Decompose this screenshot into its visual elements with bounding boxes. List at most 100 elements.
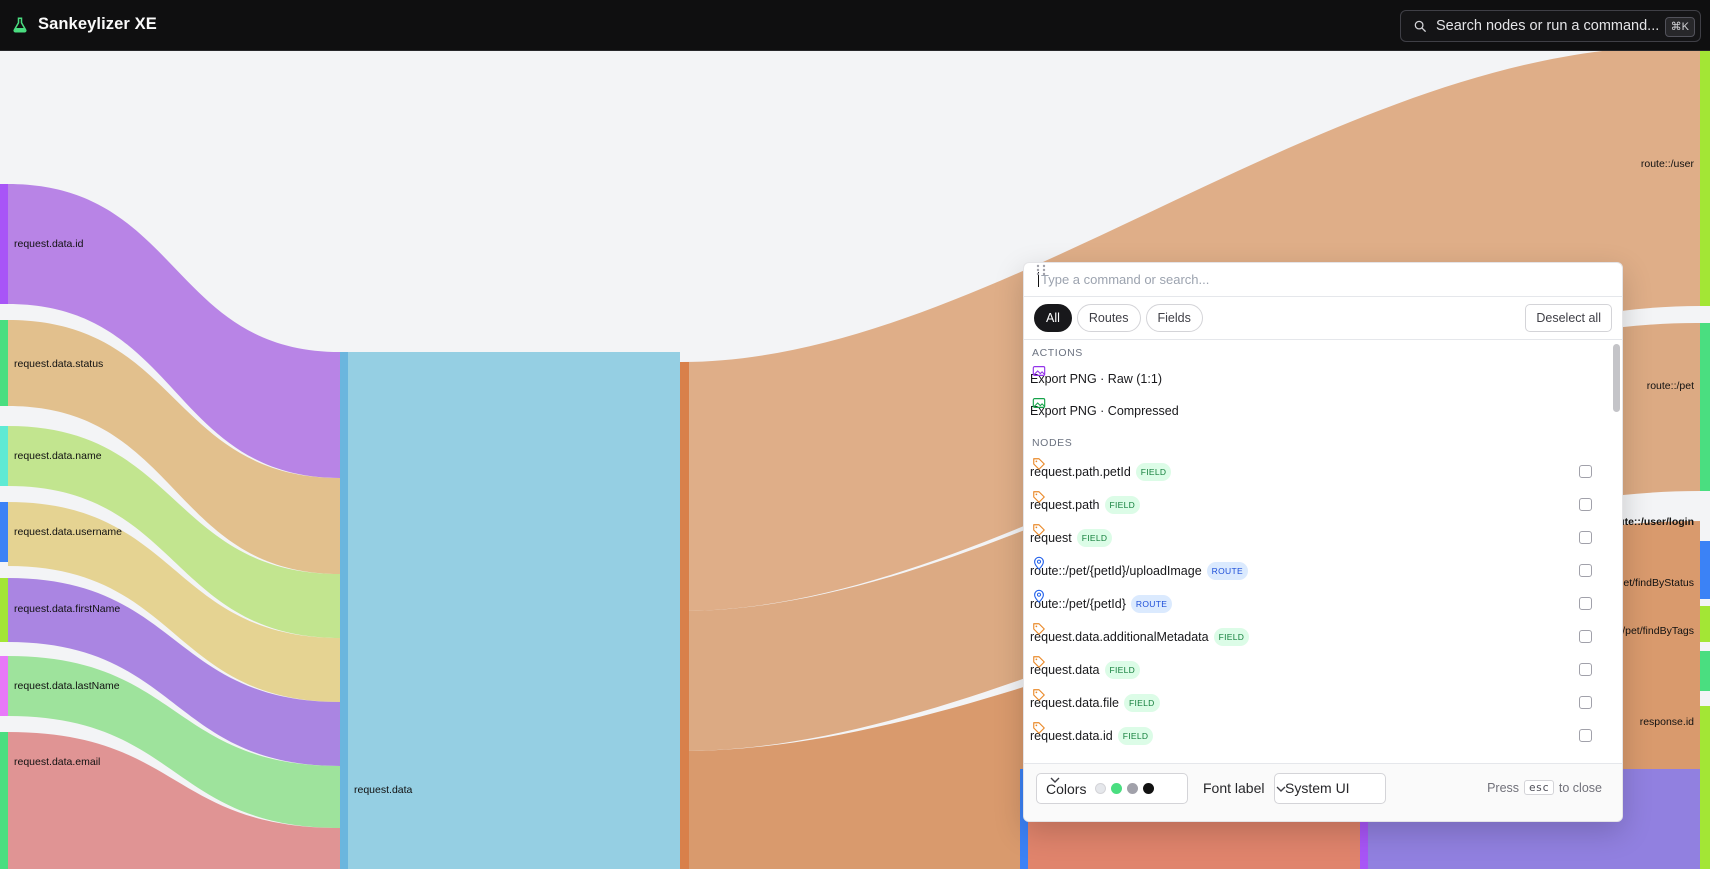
esc-key: esc [1524, 780, 1554, 795]
filter-all[interactable]: All [1034, 304, 1072, 332]
tag-icon [1033, 656, 1045, 668]
sankey-node-bar[interactable] [1700, 541, 1710, 599]
global-search-input[interactable]: Search nodes or run a command... ⌘K [1400, 10, 1701, 42]
node-label: route::/user [1640, 158, 1694, 170]
field-badge: FIELD [1123, 694, 1160, 712]
list-item[interactable]: route::/pet/{petId}/uploadImage ROUTE [1024, 556, 1604, 586]
close-hint: Press esc to close [1487, 780, 1602, 795]
to-close-text: to close [1558, 780, 1602, 795]
sankey-node-bar[interactable] [1700, 323, 1710, 491]
palette-footer: Colors Font label System UI Press esc to… [1024, 763, 1622, 821]
node-label: request.data.name [14, 450, 102, 462]
press-text: Press [1487, 780, 1520, 795]
scrollbar[interactable] [1613, 344, 1620, 412]
node-label: request.data.email [14, 756, 101, 768]
node-checkbox[interactable] [1579, 729, 1592, 742]
field-badge: FIELD [1135, 463, 1172, 481]
command-palette: All Routes Fields Deselect all ACTIONS E… [1023, 262, 1623, 822]
node-checkbox[interactable] [1579, 465, 1592, 478]
colors-dropdown[interactable]: Colors [1036, 773, 1188, 804]
font-label-select[interactable]: System UI [1274, 773, 1386, 804]
tag-icon [1033, 689, 1045, 701]
actions-heading: ACTIONS [1032, 347, 1083, 359]
sankey-node-bar[interactable] [0, 656, 8, 716]
node-checkbox[interactable] [1579, 630, 1592, 643]
tag-icon [1033, 491, 1045, 503]
filter-routes[interactable]: Routes [1076, 304, 1141, 332]
map-pin-icon [1034, 589, 1044, 603]
chevron-down-icon [1050, 777, 1060, 783]
sankey-node-bar[interactable] [0, 578, 8, 642]
node-label: request.data.firstName [14, 603, 121, 615]
list-item[interactable]: request.path FIELD [1024, 490, 1604, 520]
list-item[interactable]: request.data FIELD [1024, 655, 1604, 685]
node-label: request.data.id [14, 238, 84, 250]
tag-icon [1033, 524, 1045, 536]
list-item[interactable]: request.data.additionalMetadata FIELD [1024, 622, 1604, 652]
font-label-caption: Font label [1203, 780, 1265, 796]
sankey-node-bar[interactable] [0, 184, 8, 304]
field-badge: FIELD [1213, 628, 1250, 646]
deselect-all-button[interactable]: Deselect all [1525, 304, 1612, 332]
action-label: Export PNG · Raw (1:1) [1030, 372, 1162, 386]
map-pin-icon [1034, 556, 1044, 570]
command-input[interactable] [1038, 272, 1578, 287]
node-label: response.id [1639, 716, 1694, 728]
node-checkbox[interactable] [1579, 498, 1592, 511]
node-label: route::/pet [1646, 380, 1694, 392]
sankey-node-bar[interactable] [0, 426, 8, 486]
app-title: Sankeylizer XE [38, 15, 157, 33]
node-checkbox[interactable] [1579, 696, 1592, 709]
node-label: request.data.status [14, 358, 104, 370]
color-swatch [1111, 783, 1123, 794]
field-badge: FIELD [1076, 529, 1113, 547]
tag-icon [1033, 623, 1045, 635]
node-name: route::/pet/{petId}/uploadImage [1030, 564, 1202, 578]
color-swatch [1143, 783, 1155, 794]
sankey-canvas[interactable]: request.data.id request.data.status requ… [0, 51, 1710, 869]
sankey-node-bar[interactable] [1700, 651, 1710, 691]
list-item[interactable]: request.data.id FIELD [1024, 721, 1604, 751]
filter-tabs: All Routes Fields [1034, 304, 1203, 332]
list-item[interactable]: request FIELD [1024, 523, 1604, 553]
node-name: request.data.additionalMetadata [1030, 630, 1209, 644]
color-swatch [1127, 783, 1139, 794]
list-item[interactable]: request.path.petId FIELD [1024, 457, 1604, 487]
tag-icon [1033, 722, 1045, 734]
action-export-png-raw[interactable]: Export PNG · Raw (1:1) [1024, 364, 1604, 394]
node-checkbox[interactable] [1579, 564, 1592, 577]
node-label: request.data.lastName [14, 680, 120, 692]
drag-handle-icon[interactable] [1034, 263, 1048, 277]
search-icon [1414, 20, 1426, 32]
field-badge: FIELD [1104, 496, 1141, 514]
command-results[interactable]: ACTIONS Export PNG · Raw (1:1) Export PN… [1024, 339, 1622, 763]
node-checkbox[interactable] [1579, 663, 1592, 676]
node-checkbox[interactable] [1579, 531, 1592, 544]
action-export-png-compressed[interactable]: Export PNG · Compressed [1024, 396, 1604, 426]
brand: Sankeylizer XE [11, 15, 157, 34]
route-badge: ROUTE [1130, 595, 1173, 613]
sankey-node-bar[interactable] [1700, 706, 1710, 869]
search-placeholder: Search nodes or run a command... [1436, 18, 1660, 34]
node-label: request.data.username [14, 526, 122, 538]
sankey-node-connector[interactable] [680, 362, 689, 869]
list-item[interactable]: route::/pet/{petId} ROUTE [1024, 589, 1604, 619]
color-swatch [1095, 783, 1107, 794]
flask-icon [13, 17, 27, 32]
field-badge: FIELD [1117, 727, 1154, 745]
list-item[interactable]: request.data.file FIELD [1024, 688, 1604, 718]
command-input-row [1024, 263, 1622, 297]
node-checkbox[interactable] [1579, 597, 1592, 610]
sankey-node-bar[interactable] [1700, 51, 1710, 306]
sankey-node-request-data[interactable] [340, 352, 348, 869]
node-label: request.data [354, 784, 413, 796]
sankey-node-bar[interactable] [0, 732, 8, 869]
nodes-heading: NODES [1032, 437, 1073, 449]
sankey-node-bar[interactable] [0, 320, 8, 406]
chevron-down-icon [1276, 786, 1286, 792]
sankey-node-bar[interactable] [0, 502, 8, 562]
field-badge: FIELD [1104, 661, 1141, 679]
filter-fields[interactable]: Fields [1145, 304, 1203, 332]
action-label: Export PNG · Compressed [1030, 404, 1179, 418]
sankey-node-bar[interactable] [1700, 606, 1710, 642]
